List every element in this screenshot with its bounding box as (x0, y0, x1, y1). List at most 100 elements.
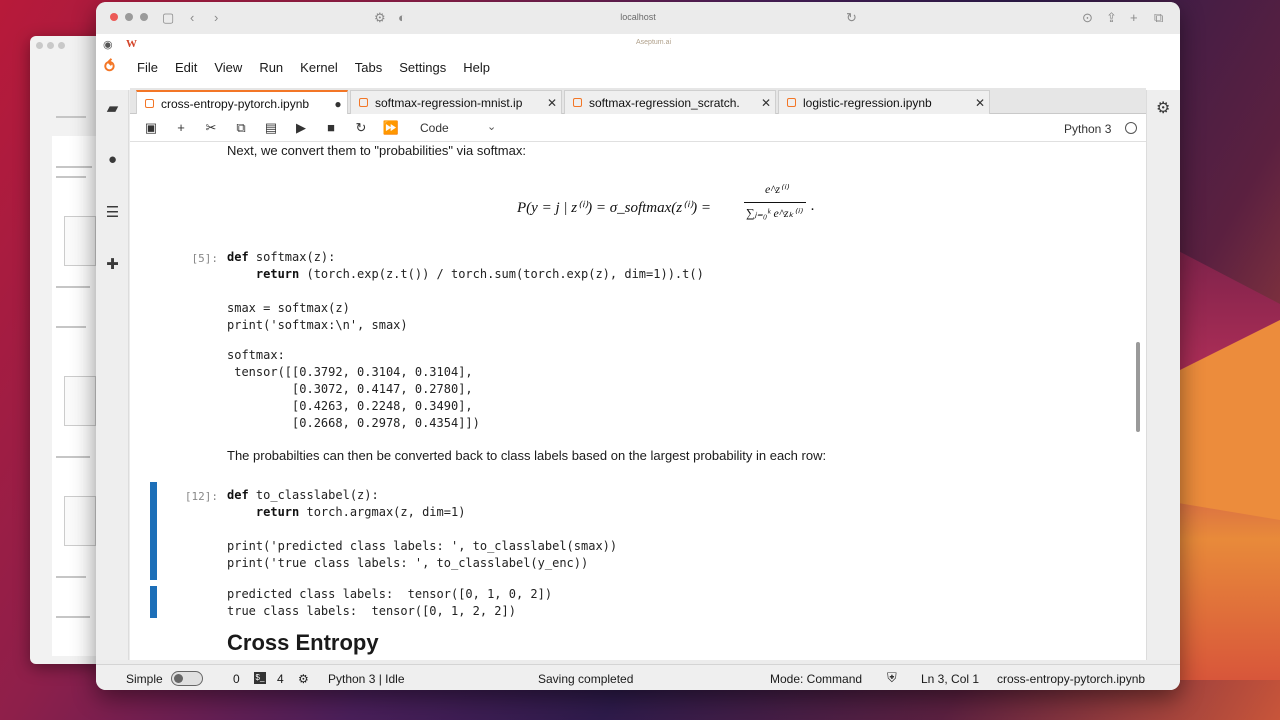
background-thumbnail (64, 496, 96, 546)
kernel-count[interactable]: 4 (277, 672, 284, 686)
code-line: print('softmax:\n', smax) (227, 318, 408, 332)
background-window-traffic-lights (36, 42, 65, 49)
code-line: torch.argmax(z, dim=1) (299, 505, 466, 519)
share-icon[interactable]: ⇪ (1106, 10, 1117, 26)
extensions-icon[interactable]: ✚ (103, 254, 122, 273)
cell-prompt: [12]: (184, 490, 218, 503)
output-collapse-indicator[interactable] (150, 586, 157, 618)
tab-softmax-scratch[interactable]: softmax-regression_scratch. ✕ (564, 90, 776, 114)
background-line (56, 456, 90, 458)
background-thumbnail (64, 216, 96, 266)
status-bar: Simple 0 $_ 4 ⚙ Python 3 | Idle Saving c… (96, 664, 1180, 690)
command-mode: Mode: Command (770, 672, 863, 686)
background-line (56, 176, 86, 178)
formula-period: . (811, 198, 815, 214)
softmax-formula: P(y = j | z⁽ⁱ⁾) = σ_softmax(z⁽ⁱ⁾) = e^z⁽… (517, 182, 827, 228)
kernel-status[interactable]: Python 3 | Idle (328, 672, 405, 686)
tab-overview-icon[interactable]: ⧉ (1154, 10, 1163, 26)
cursor-position[interactable]: Ln 3, Col 1 (921, 672, 979, 686)
run-icon[interactable]: ▶ (292, 119, 310, 137)
menu-run[interactable]: Run (259, 60, 292, 75)
cell-prompt: [5]: (191, 252, 219, 265)
markdown-cell[interactable]: Next, we convert them to "probabilities"… (227, 143, 526, 158)
markdown-cell[interactable]: The probabilties can then be converted b… (227, 448, 826, 463)
formula-denominator: ∑ⱼ₌₀ᵏ e^zₖ⁽ⁱ⁾ (746, 206, 802, 220)
section-heading: Cross Entropy (227, 630, 379, 655)
left-sidebar: ▰ ● ☰ ✚ (96, 90, 129, 660)
download-icon[interactable]: ⊙ (1082, 10, 1093, 26)
close-icon[interactable]: ✕ (543, 96, 561, 110)
save-icon[interactable]: ▣ (142, 119, 160, 137)
close-icon[interactable]: ✕ (971, 96, 989, 110)
file-browser-icon[interactable]: ▰ (103, 98, 122, 117)
code-line: smax = softmax(z) (227, 301, 350, 315)
new-tab-icon[interactable]: + (1130, 10, 1138, 25)
formula-lhs: P(y = j | z⁽ⁱ⁾) = σ_softmax(z⁽ⁱ⁾) = (517, 200, 712, 216)
table-of-contents-icon[interactable]: ☰ (103, 202, 122, 221)
menu-settings[interactable]: Settings (399, 60, 455, 75)
trusted-shield-icon[interactable]: ⛨ (887, 670, 897, 686)
browser-window: ▢ ‹ › ⚙ ◐ localhost ↻ ⊙ ⇪ + ⧉ ◉ W Aseptu… (96, 2, 1180, 690)
github-icon[interactable]: ◉ (103, 38, 113, 51)
menubar: File Edit View Run Kernel Tabs Settings … (137, 60, 507, 75)
tab-label: softmax-regression_scratch. (589, 95, 740, 110)
kernel-status-icon (1125, 122, 1137, 134)
terminal-icon: $_ (254, 672, 266, 684)
chevron-down-icon[interactable]: ⌄ (487, 120, 496, 133)
run-all-icon[interactable]: ⏩ (382, 119, 400, 137)
cut-icon[interactable]: ✂ (202, 119, 220, 137)
close-icon[interactable]: ✕ (757, 96, 775, 110)
stop-icon[interactable]: ■ (322, 119, 340, 137)
code-line: softmax(z): (248, 250, 336, 264)
background-line (56, 286, 90, 288)
background-pdf-window[interactable] (30, 36, 102, 664)
menu-edit[interactable]: Edit (175, 60, 206, 75)
insert-cell-icon[interactable]: + (172, 119, 190, 137)
tab-logistic-regression[interactable]: logistic-regression.ipynb ✕ (778, 90, 990, 114)
saving-status: Saving completed (538, 672, 634, 686)
menu-help[interactable]: Help (463, 60, 499, 75)
background-thumbnail (64, 376, 96, 426)
reload-icon[interactable]: ↻ (846, 10, 857, 26)
property-inspector-gear-icon[interactable]: ⚙ (1156, 98, 1170, 118)
cell-type-select[interactable]: Code (420, 121, 449, 135)
menu-file[interactable]: File (137, 60, 167, 75)
background-line (56, 576, 86, 578)
notebook-toolbar: ▣ + ✂ ⧉ ▤ ▶ ■ ↻ ⏩ Code ⌄ Python 3 (130, 114, 1146, 142)
code-line: print('predicted class labels: ', to_cla… (227, 539, 618, 553)
kernel-name[interactable]: Python 3 (1064, 122, 1111, 136)
code-console-icon: ⚙ (298, 672, 309, 686)
fraction-bar (744, 202, 806, 203)
tab-label: cross-entropy-pytorch.ipynb (161, 96, 310, 111)
simple-mode-toggle[interactable] (171, 671, 203, 686)
code-cell[interactable]: def softmax(z): return (torch.exp(z.t())… (227, 249, 704, 334)
restart-icon[interactable]: ↻ (352, 119, 370, 137)
tab-subtitle: Aseptum.ai (636, 39, 672, 46)
notebook-panel: ▣ + ✂ ⧉ ▤ ▶ ■ ↻ ⏩ Code ⌄ Python 3 Next, … (130, 114, 1146, 660)
jupyter-logo-icon: ⥀ (104, 59, 115, 76)
terminal-count[interactable]: 0 (233, 672, 240, 686)
notebook-content: Next, we convert them to "probabilities"… (130, 142, 1146, 660)
notebook-tabbar: cross-entropy-pytorch.ipynb ● softmax-re… (130, 88, 1146, 115)
running-kernels-icon[interactable]: ● (103, 150, 122, 169)
w-site-icon[interactable]: W (126, 38, 137, 50)
copy-icon[interactable]: ⧉ (232, 119, 250, 137)
notebook-icon (145, 99, 154, 108)
paste-icon[interactable]: ▤ (262, 119, 280, 137)
browser-titlebar: ▢ ‹ › ⚙ ◐ localhost ↻ ⊙ ⇪ + ⧉ (96, 2, 1180, 34)
code-line: to_classlabel(z): (248, 488, 379, 502)
menu-kernel[interactable]: Kernel (300, 60, 347, 75)
tab-cross-entropy[interactable]: cross-entropy-pytorch.ipynb ● (136, 90, 348, 115)
tab-label: softmax-regression-mnist.ip (375, 95, 523, 110)
menu-tabs[interactable]: Tabs (355, 60, 391, 75)
code-cell[interactable]: def to_classlabel(z): return torch.argma… (227, 487, 617, 572)
right-sidebar: ⚙ (1146, 90, 1180, 660)
tab-softmax-mnist[interactable]: softmax-regression-mnist.ip ✕ (350, 90, 562, 114)
menu-view[interactable]: View (214, 60, 251, 75)
code-line: (torch.exp(z.t()) / torch.sum(torch.exp(… (299, 267, 704, 281)
address-bar[interactable]: localhost (96, 12, 1180, 22)
notebook-icon (573, 98, 582, 107)
unsaved-dot-icon[interactable]: ● (329, 97, 347, 111)
scrollbar[interactable] (1136, 342, 1140, 432)
status-filename: cross-entropy-pytorch.ipynb (997, 672, 1146, 686)
